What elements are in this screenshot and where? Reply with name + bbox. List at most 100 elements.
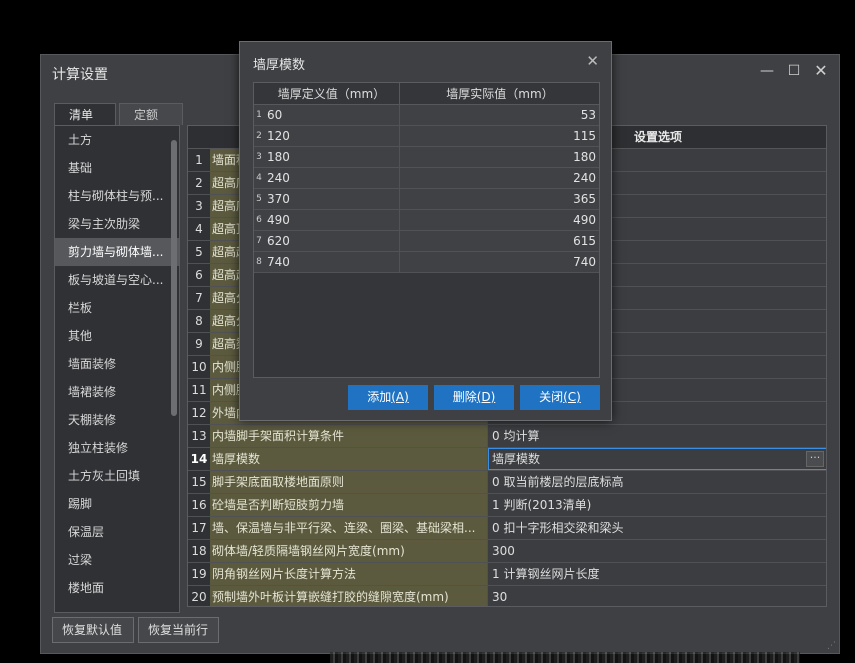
thickness-row-number: 7 [256, 236, 262, 246]
thickness-row[interactable]: 3 180 180 [254, 147, 599, 168]
category-item[interactable]: 基础 [55, 154, 179, 182]
minimize-button[interactable]: — [757, 61, 777, 81]
category-item[interactable]: 剪力墙与砌体墙... [55, 238, 179, 266]
tab-dinge[interactable]: 定额 [119, 103, 183, 125]
row-number: 14 [188, 448, 210, 470]
add-button[interactable]: 添加(A) [348, 385, 428, 410]
table-row[interactable]: 17 墙、保温墙与非平行梁、连梁、圈梁、基础梁相... 0 扣十字形相交梁和梁头 [188, 517, 826, 540]
row-setting-name: 墙、保温墙与非平行梁、连梁、圈梁、基础梁相... [210, 517, 488, 539]
table-row[interactable]: 19 阴角钢丝网片长度计算方法 1 计算钢丝网片长度 [188, 563, 826, 586]
row-number: 12 [188, 402, 210, 424]
category-item[interactable]: 板与坡道与空心... [55, 266, 179, 294]
row-setting-value[interactable]: 1 计算钢丝网片长度 [488, 563, 826, 585]
category-item[interactable]: 柱与砌体柱与预... [55, 182, 179, 210]
background-strip [330, 652, 800, 663]
row-value-text: 墙厚模数 [492, 452, 541, 466]
table-row[interactable]: 20 预制墙外叶板计算嵌缝打胶的缝隙宽度(mm) 30 [188, 586, 826, 606]
row-setting-name: 脚手架底面取楼地面原则 [210, 471, 488, 493]
defined-value-cell[interactable]: 740 [264, 252, 400, 272]
thickness-row[interactable]: 8 740 740 [254, 252, 599, 273]
actual-value-cell[interactable]: 180 [400, 147, 599, 167]
restore-default-button[interactable]: 恢复默认值 [52, 617, 134, 643]
add-shortcut: (A) [391, 390, 409, 404]
table-row[interactable]: 15 脚手架底面取楼地面原则 0 取当前楼层的层底标高 [188, 471, 826, 494]
table-row[interactable]: 13 内墙脚手架面积计算条件 0 均计算 [188, 425, 826, 448]
thickness-row-number: 4 [256, 173, 262, 183]
table-row[interactable]: 18 砌体墙/轻质隔墙钢丝网片宽度(mm) 300 [188, 540, 826, 563]
thickness-row[interactable]: 7 620 615 [254, 231, 599, 252]
row-number: 2 [188, 172, 210, 194]
wall-thickness-dialog: 墙厚模数 ✕ 墙厚定义值（mm） 墙厚实际值（mm） 1 60 53 2 120 115 3… [239, 41, 612, 421]
row-number: 5 [188, 241, 210, 263]
category-item[interactable]: 楼地面 [55, 574, 179, 602]
close-label: 关闭 [539, 390, 564, 404]
actual-value-cell[interactable]: 490 [400, 210, 599, 230]
row-setting-name: 砌体墙/轻质隔墙钢丝网片宽度(mm) [210, 540, 488, 562]
defined-value-cell[interactable]: 240 [264, 168, 400, 188]
row-value-text: 1 判断(2013清单) [492, 498, 592, 512]
category-item[interactable]: 其他 [55, 322, 179, 350]
thickness-row[interactable]: 4 240 240 [254, 168, 599, 189]
delete-label: 删除 [452, 390, 477, 404]
category-item[interactable]: 过梁 [55, 546, 179, 574]
table-row[interactable]: 16 砼墙是否判断短肢剪力墙 1 判断(2013清单) [188, 494, 826, 517]
thickness-row[interactable]: 6 490 490 [254, 210, 599, 231]
category-item[interactable]: 梁与主次肋梁 [55, 210, 179, 238]
category-item[interactable]: 踢脚 [55, 490, 179, 518]
defined-value-cell[interactable]: 180 [264, 147, 400, 167]
row-number: 1 [188, 149, 210, 171]
maximize-button[interactable]: ☐ [784, 61, 804, 81]
category-item[interactable]: 墙裙装修 [55, 378, 179, 406]
row-setting-value[interactable]: 0 取当前楼层的层底标高 [488, 471, 826, 493]
category-item[interactable]: 独立柱装修 [55, 434, 179, 462]
thickness-row[interactable]: 1 60 53 [254, 105, 599, 126]
row-setting-value[interactable]: 300 [488, 540, 826, 562]
category-item[interactable]: 天棚装修 [55, 406, 179, 434]
defined-value-cell[interactable]: 490 [264, 210, 400, 230]
row-setting-value[interactable]: 0 均计算 [488, 425, 826, 447]
table-row[interactable]: 14 墙厚模数 墙厚模数 ··· [188, 448, 826, 471]
row-value-text: 300 [492, 544, 515, 558]
close-button[interactable]: 关闭(C) [520, 385, 600, 410]
thickness-row[interactable]: 2 120 115 [254, 126, 599, 147]
delete-button[interactable]: 删除(D) [434, 385, 514, 410]
actual-value-cell[interactable]: 115 [400, 126, 599, 146]
category-item[interactable]: 土方 [55, 126, 179, 154]
tab-qingdan[interactable]: 清单 [54, 103, 116, 125]
defined-value-cell[interactable]: 620 [264, 231, 400, 251]
close-shortcut: (C) [563, 390, 581, 404]
row-setting-name: 预制墙外叶板计算嵌缝打胶的缝隙宽度(mm) [210, 586, 488, 606]
category-item[interactable]: 栏板 [55, 294, 179, 322]
row-setting-value[interactable]: 0 扣十字形相交梁和梁头 [488, 517, 826, 539]
actual-value-cell[interactable]: 740 [400, 252, 599, 272]
dialog-close-icon[interactable]: ✕ [586, 52, 599, 70]
row-setting-value[interactable]: 1 判断(2013清单) [488, 494, 826, 516]
resize-grip-icon[interactable]: ⋰ [827, 641, 837, 651]
category-item[interactable]: 墙面装修 [55, 350, 179, 378]
defined-value-cell[interactable]: 120 [264, 126, 400, 146]
thickness-row-number: 8 [256, 257, 262, 267]
restore-current-row-button[interactable]: 恢复当前行 [138, 617, 219, 643]
row-number: 3 [188, 195, 210, 217]
category-item[interactable]: 保温层 [55, 518, 179, 546]
close-window-button[interactable]: ✕ [811, 61, 831, 81]
row-number: 17 [188, 517, 210, 539]
ellipsis-button[interactable]: ··· [806, 451, 824, 467]
row-setting-name: 内墙脚手架面积计算条件 [210, 425, 488, 447]
actual-value-cell[interactable]: 615 [400, 231, 599, 251]
row-number: 11 [188, 379, 210, 401]
row-setting-name: 墙厚模数 [210, 448, 488, 470]
defined-value-cell[interactable]: 370 [264, 189, 400, 209]
row-setting-value[interactable]: 墙厚模数 ··· [488, 448, 826, 470]
actual-value-cell[interactable]: 240 [400, 168, 599, 188]
actual-value-cell[interactable]: 365 [400, 189, 599, 209]
category-scrollbar[interactable] [171, 140, 177, 416]
thickness-row-number: 1 [256, 110, 262, 120]
category-item[interactable]: 土方灰土回填 [55, 462, 179, 490]
actual-value-cell[interactable]: 53 [400, 105, 599, 125]
row-setting-value[interactable]: 30 [488, 586, 826, 606]
delete-shortcut: (D) [476, 390, 496, 404]
defined-value-cell[interactable]: 60 [264, 105, 400, 125]
thickness-row[interactable]: 5 370 365 [254, 189, 599, 210]
row-number: 20 [188, 586, 210, 606]
